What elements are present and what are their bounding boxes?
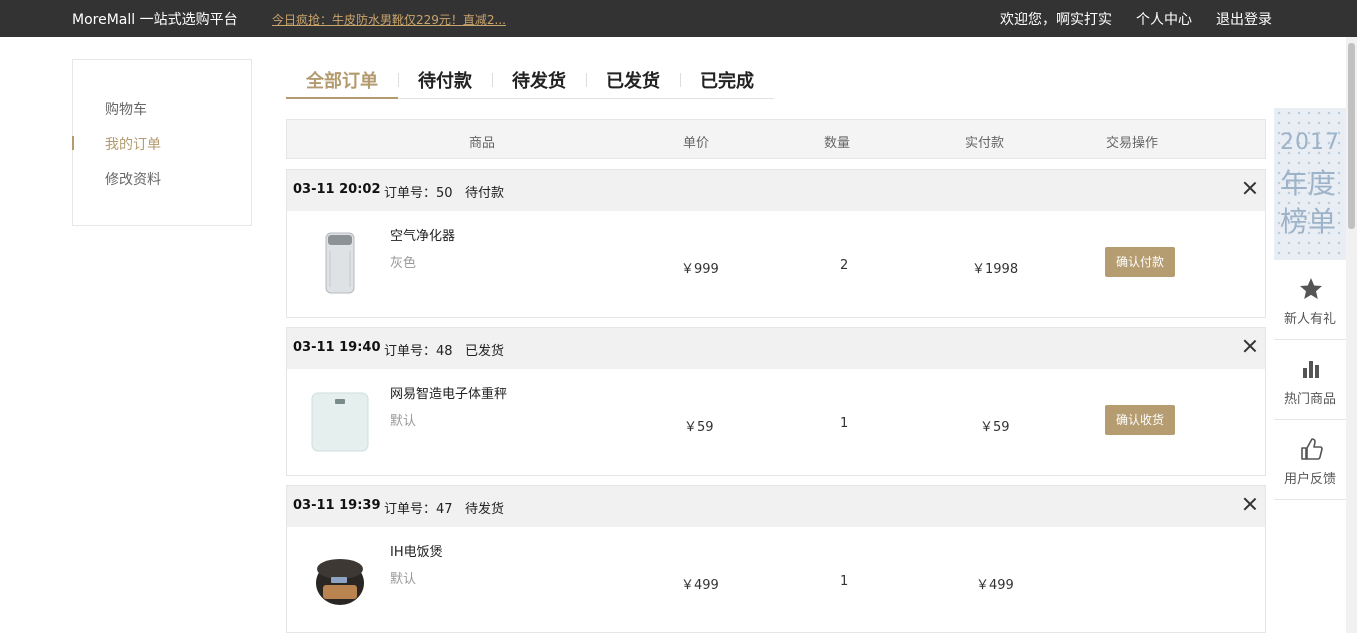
- delete-order-icon[interactable]: [1243, 181, 1257, 195]
- order-status: 待发货: [465, 502, 505, 517]
- tab-separator: [680, 73, 681, 87]
- order-card: 03-11 19:39 订单号：47 待发货 IH电饭煲 默认 ￥499 1 ￥…: [286, 485, 1266, 633]
- user-feedback-label: 用户反馈: [1283, 472, 1336, 487]
- product-name[interactable]: 空气净化器: [390, 225, 455, 244]
- product-name[interactable]: IH电饭煲: [390, 541, 443, 560]
- scale-thumbnail[interactable]: [309, 385, 371, 457]
- order-header: 03-11 19:39 订单号：47 待发货: [287, 486, 1265, 527]
- order-time: 03-11 19:39: [293, 498, 381, 513]
- profile-link[interactable]: 个人中心: [1136, 9, 1192, 29]
- quantity: 1: [840, 416, 849, 431]
- unit-price: ￥499: [681, 578, 719, 593]
- tab-shipped[interactable]: 已发货: [606, 67, 660, 93]
- top-bar: MoreMall 一站式选购平台 今日疯抢：牛皮防水男靴仅229元！直减2...…: [0, 0, 1357, 37]
- order-number: 订单号：48: [384, 344, 453, 359]
- rice-cooker-thumbnail[interactable]: [309, 543, 371, 615]
- order-status: 已发货: [465, 344, 505, 359]
- order-number: 订单号：47: [384, 502, 453, 517]
- order-card: 03-11 19:40 订单号：48 已发货 网易智造电子体重秤 默认 ￥59 …: [286, 327, 1266, 476]
- star-icon: [1300, 278, 1322, 299]
- unit-price: ￥999: [681, 262, 719, 277]
- scrollbar-thumb[interactable]: [1348, 43, 1355, 229]
- newcomer-gift-item[interactable]: 新人有礼: [1274, 260, 1346, 340]
- col-price: 单价: [683, 136, 710, 151]
- product-name[interactable]: 网易智造电子体重秤: [390, 383, 507, 402]
- confirm-payment-button[interactable]: 确认付款: [1105, 247, 1175, 277]
- paid-amount: ￥499: [976, 578, 1014, 593]
- sidebar-item-my-orders[interactable]: 我的订单: [105, 134, 161, 154]
- order-card: 03-11 20:02 订单号：50 待付款 空气净化器 灰色 ￥999 2 ￥…: [286, 169, 1266, 318]
- delete-order-icon[interactable]: [1243, 497, 1257, 511]
- sidebar-item-cart[interactable]: 购物车: [105, 99, 147, 119]
- top-links: 欢迎您，啊实打实 个人中心 退出登录: [1000, 9, 1272, 29]
- quantity: 1: [840, 574, 849, 589]
- col-product: 商品: [469, 136, 496, 151]
- banner-line3: 榜单: [1280, 205, 1337, 238]
- tab-all-orders[interactable]: 全部订单: [306, 67, 378, 93]
- product-spec: 默认: [390, 572, 417, 587]
- tab-pending-payment[interactable]: 待付款: [418, 67, 472, 93]
- bar-chart-icon: [1303, 361, 1319, 378]
- product-spec: 默认: [390, 414, 417, 429]
- order-time: 03-11 20:02: [293, 182, 381, 197]
- tab-separator: [398, 73, 399, 87]
- annual-ranking-banner[interactable]: 2017 年度 榜单: [1274, 108, 1346, 260]
- order-time: 03-11 19:40: [293, 340, 381, 355]
- newcomer-gift-label: 新人有礼: [1283, 312, 1336, 327]
- welcome-text: 欢迎您，啊实打实: [1000, 12, 1112, 28]
- paid-amount: ￥1998: [972, 262, 1019, 277]
- unit-price: ￥59: [684, 420, 714, 435]
- tab-separator: [586, 73, 587, 87]
- tab-pending-shipment[interactable]: 待发货: [512, 67, 566, 93]
- sidebar-active-marker: [72, 136, 74, 150]
- order-header: 03-11 20:02 订单号：50 待付款: [287, 170, 1265, 211]
- banner-line2: 年度: [1280, 167, 1337, 200]
- logout-link[interactable]: 退出登录: [1216, 9, 1272, 29]
- hot-products-label: 热门商品: [1283, 392, 1336, 407]
- order-status: 待付款: [465, 186, 505, 201]
- col-action: 交易操作: [1106, 136, 1159, 151]
- active-tab-underline: [286, 97, 398, 99]
- promo-link[interactable]: 今日疯抢：牛皮防水男靴仅229元！直减2...: [272, 11, 506, 28]
- delete-order-icon[interactable]: [1243, 339, 1257, 353]
- banner-year: 2017: [1280, 130, 1340, 155]
- page-scrollbar[interactable]: [1346, 37, 1357, 633]
- order-number: 订单号：50: [384, 186, 453, 201]
- user-feedback-item[interactable]: 用户反馈: [1274, 420, 1346, 500]
- quantity: 2: [840, 258, 849, 273]
- col-paid: 实付款: [965, 136, 1005, 151]
- sidebar: 购物车 我的订单 修改资料: [72, 59, 252, 226]
- air-purifier-thumbnail[interactable]: [309, 227, 371, 299]
- order-tabs: 全部订单 待付款 待发货 已发货 已完成: [286, 62, 774, 99]
- col-qty: 数量: [824, 136, 851, 151]
- thumbs-up-icon: [1301, 438, 1323, 460]
- brand-title[interactable]: MoreMall 一站式选购平台: [72, 9, 238, 29]
- paid-amount: ￥59: [980, 420, 1010, 435]
- confirm-receipt-button[interactable]: 确认收货: [1105, 405, 1175, 435]
- right-floating-bar: 2017 年度 榜单 新人有礼 热门商品 用户反馈: [1274, 108, 1346, 500]
- tab-completed[interactable]: 已完成: [700, 67, 754, 93]
- orders-table-header: 商品 单价 数量 实付款 交易操作: [286, 119, 1266, 159]
- order-item-row: 网易智造电子体重秤 默认 ￥59 1 ￥59 确认收货: [287, 369, 1265, 475]
- order-item-row: 空气净化器 灰色 ￥999 2 ￥1998 确认付款: [287, 211, 1265, 317]
- sidebar-item-edit-profile[interactable]: 修改资料: [105, 169, 161, 189]
- order-item-row: IH电饭煲 默认 ￥499 1 ￥499: [287, 527, 1265, 633]
- hot-products-item[interactable]: 热门商品: [1274, 340, 1346, 420]
- tab-separator: [492, 73, 493, 87]
- product-spec: 灰色: [390, 256, 417, 271]
- order-header: 03-11 19:40 订单号：48 已发货: [287, 328, 1265, 369]
